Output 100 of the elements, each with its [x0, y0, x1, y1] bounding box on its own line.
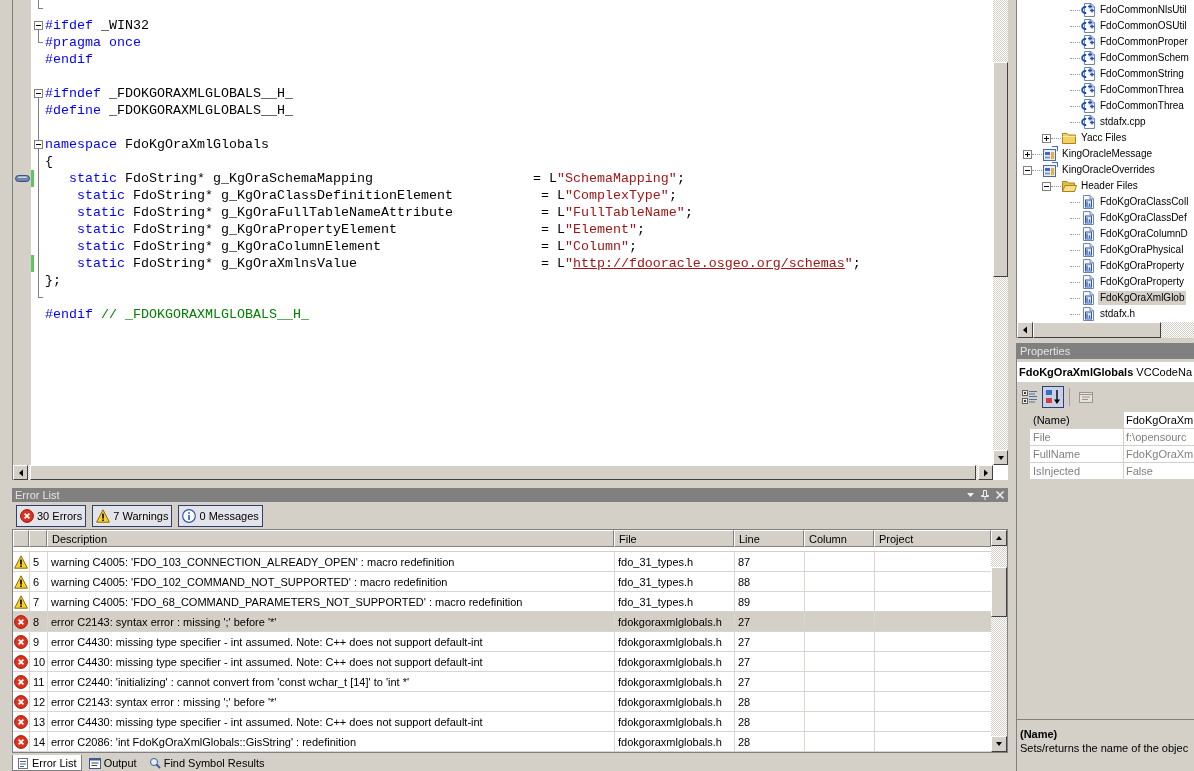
- expand-icon[interactable]: [1042, 133, 1051, 143]
- row-number: 11: [29, 672, 47, 691]
- scrollbar-thumb[interactable]: [991, 567, 1007, 617]
- column-header[interactable]: Project: [874, 530, 991, 547]
- scroll-right-button[interactable]: [978, 465, 993, 480]
- tree-item[interactable]: FdoCommonThrea: [1098, 99, 1186, 113]
- tree-item[interactable]: FdoKgOraProperty: [1098, 275, 1186, 289]
- caret-icon[interactable]: [967, 493, 974, 497]
- table-cell: fdokgoraxmlglobals.h: [614, 612, 734, 631]
- collapse-icon[interactable]: [1023, 165, 1032, 175]
- collapse-icon[interactable]: [34, 21, 43, 30]
- tree-item[interactable]: FdoCommonNlsUtil: [1098, 3, 1189, 17]
- property-name[interactable]: File: [1030, 429, 1124, 446]
- header-file-icon: [1080, 226, 1096, 242]
- code-editor[interactable]: [12, 0, 1008, 480]
- column-header[interactable]: [13, 530, 29, 547]
- property-value[interactable]: FdoKgOraXm: [1124, 446, 1194, 463]
- code-line: namespace FdoKgOraXmlGlobals: [44, 136, 269, 153]
- table-row[interactable]: 9 error C4430: missing type specifier - int assumed. Note: C++ does not support default-int fdokgoraxmlglobals.h 27: [13, 632, 991, 652]
- collapse-icon[interactable]: [1042, 181, 1051, 191]
- tree-item[interactable]: KingOracleMessage: [1060, 147, 1155, 161]
- tree-item[interactable]: stdafx.cpp: [1098, 115, 1148, 129]
- tree-item[interactable]: FdoKgOraPhysical: [1098, 243, 1186, 257]
- vertical-scrollbar[interactable]: [991, 530, 1007, 752]
- arrow-left-icon: [1022, 326, 1028, 334]
- table-cell: 88: [734, 572, 804, 591]
- column-header[interactable]: Line: [734, 530, 804, 547]
- header-file-icon: [1080, 290, 1096, 306]
- close-icon[interactable]: [996, 491, 1004, 499]
- tree-item[interactable]: FdoCommonProper: [1098, 35, 1190, 49]
- code-line: static FdoString* g_KgOraClassDefinitionElement = L"ComplexType";: [76, 187, 677, 204]
- row-number: 5: [29, 552, 47, 571]
- property-name[interactable]: IsInjected: [1030, 463, 1124, 480]
- filter-button[interactable]: 7 Warnings: [92, 504, 173, 527]
- tree-item[interactable]: FdoKgOraClassDef: [1098, 211, 1189, 225]
- find-symbol-icon: [148, 756, 161, 769]
- scroll-left-button[interactable]: [13, 465, 28, 480]
- vertical-scrollbar[interactable]: [993, 0, 1008, 465]
- tree-item[interactable]: FdoKgOraClassColl: [1098, 195, 1191, 209]
- filter-button[interactable]: 30 Errors: [16, 504, 87, 527]
- scroll-left-button[interactable]: [1017, 322, 1033, 338]
- table-row[interactable]: 13 error C4430: missing type specifier - int assumed. Note: C++ does not support default-int fdokgoraxmlglobals.h 28: [13, 712, 991, 732]
- scroll-down-button[interactable]: [991, 736, 1007, 752]
- row-number: 9: [29, 632, 47, 651]
- table-cell: fdo_31_types.h: [614, 552, 734, 571]
- scrollbar-thumb[interactable]: [993, 62, 1008, 277]
- table-cell: fdokgoraxmlglobals.h: [614, 672, 734, 691]
- toolbar-button[interactable]: [1042, 386, 1064, 408]
- pin-icon[interactable]: [981, 490, 989, 500]
- table-row[interactable]: 11 error C2440: 'initializing' : cannot convert from 'const wchar_t [14]' to 'int *' fdokgoraxmlglobals.h 27: [13, 672, 991, 692]
- column-header[interactable]: File: [614, 530, 734, 547]
- table-cell: 28: [734, 692, 804, 711]
- scroll-down-button[interactable]: [993, 450, 1008, 465]
- collapse-icon[interactable]: [34, 89, 43, 98]
- tree-item[interactable]: KingOracleOverrides: [1060, 163, 1157, 177]
- cpp-file-icon: [1080, 18, 1096, 34]
- arrow-right-icon: [982, 468, 989, 477]
- tree-item[interactable]: FdoCommonOSUtil: [1098, 19, 1189, 33]
- column-header[interactable]: Column: [804, 530, 874, 547]
- table-row[interactable]: 8 error C2143: syntax error : missing ';' before '*' fdokgoraxmlglobals.h 27: [13, 612, 991, 632]
- tree-item[interactable]: FdoCommonString: [1098, 67, 1186, 81]
- property-value[interactable]: False: [1124, 463, 1194, 480]
- tab[interactable]: Error List: [12, 755, 82, 771]
- scrollbar-thumb[interactable]: [1033, 322, 1161, 338]
- property-name[interactable]: FullName: [1030, 446, 1124, 463]
- object-selector[interactable]: FdoKgOraXmlGlobals VCCodeNa: [1017, 362, 1194, 382]
- tree-item[interactable]: Header Files: [1079, 179, 1140, 193]
- table-row[interactable]: 5 warning C4005: 'FDO_103_CONNECTION_ALREADY_OPEN' : macro redefinition fdo_31_types.h 87: [13, 552, 991, 572]
- tree-item[interactable]: Yacc Files: [1079, 131, 1129, 145]
- property-value[interactable]: FdoKgOraXm: [1124, 412, 1194, 429]
- table-row[interactable]: 14 error C2086: 'int FdoKgOraXmlGlobals::GisString' : redefinition fdokgoraxmlglobals.h 28: [13, 732, 991, 752]
- code-line: static FdoString* g_KgOraFullTableNameAttribute = L"FullTableName";: [76, 204, 693, 221]
- table-cell: error C2086: 'int FdoKgOraXmlGlobals::GisString' : redefinition: [47, 732, 614, 751]
- column-header[interactable]: Description: [47, 530, 614, 547]
- description-title: (Name): [1020, 728, 1059, 740]
- table-row[interactable]: 6 warning C4005: 'FDO_102_COMMAND_NOT_SUPPORTED' : macro redefinition fdo_31_types.h 88: [13, 572, 991, 592]
- table-row[interactable]: 10 error C4430: missing type specifier - int assumed. Note: C++ does not support default-int fdokgoraxmlglobals.h 27: [13, 652, 991, 672]
- header-file-icon: [1080, 258, 1096, 274]
- horizontal-scrollbar[interactable]: [1017, 322, 1194, 338]
- tree-item[interactable]: stdafx.h: [1098, 307, 1138, 321]
- warning-icon: [14, 594, 28, 609]
- row-number: 12: [29, 692, 47, 711]
- tree-item[interactable]: FdoKgOraXmlGlob: [1098, 291, 1187, 305]
- property-value[interactable]: f:\opensourc: [1124, 429, 1194, 446]
- table-row[interactable]: 7 warning C4005: 'FDO_68_COMMAND_PARAMETERS_NOT_SUPPORTED' : macro redefinition fdo_31_types.h 89: [13, 592, 991, 612]
- url-link[interactable]: http://fdooracle.osgeo.org/schemas: [572, 256, 845, 271]
- arrow-down-icon: [995, 741, 1003, 747]
- table-cell: fdokgoraxmlglobals.h: [614, 712, 734, 731]
- tree-item[interactable]: FdoKgOraColumnD: [1098, 227, 1190, 241]
- scroll-up-button[interactable]: [991, 530, 1007, 546]
- table-cell: 27: [734, 672, 804, 691]
- tree-item[interactable]: FdoCommonSchem: [1098, 51, 1191, 65]
- filter-button[interactable]: 0 Messages: [178, 504, 263, 527]
- table-row[interactable]: 12 error C2143: syntax error : missing ';' before '*' fdokgoraxmlglobals.h 28: [13, 692, 991, 712]
- table-cell: fdokgoraxmlglobals.h: [614, 692, 734, 711]
- tree-item[interactable]: FdoCommonThrea: [1098, 83, 1186, 97]
- expand-icon[interactable]: [1023, 149, 1032, 159]
- column-header[interactable]: [29, 530, 47, 547]
- tree-item[interactable]: FdoKgOraProperty: [1098, 259, 1186, 273]
- collapse-icon[interactable]: [34, 140, 43, 149]
